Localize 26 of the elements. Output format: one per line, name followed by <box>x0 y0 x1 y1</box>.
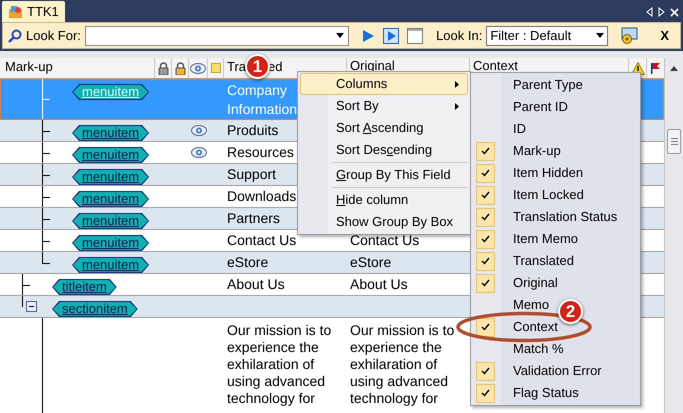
markup-tag: menuitem <box>72 213 150 229</box>
translated-text: Company Information <box>227 81 298 119</box>
translated-text: Partners <box>227 210 280 227</box>
translated-text: Contact Us <box>227 232 296 249</box>
original-text: eStore <box>350 254 392 271</box>
translated-text: Produits <box>227 122 278 139</box>
translated-text: Our mission is to experience the exhilaration of using advanced technology for <box>227 321 332 407</box>
markup-tag: menuitem <box>72 147 150 163</box>
markup-tag: menuitem <box>72 169 150 185</box>
markup-tag: menuitem <box>72 235 150 251</box>
translated-text: Resources <box>227 144 294 161</box>
translated-text: About Us <box>227 276 285 293</box>
translated-text: Support <box>227 166 276 183</box>
original-text: Contact Us <box>350 232 420 249</box>
markup-tag: menuitem <box>72 125 150 141</box>
original-text: Our mission is to experience the exhilaration of using advanced technology for <box>350 321 456 407</box>
markup-tag: menuitem <box>72 84 150 100</box>
markup-tag: sectionitem <box>52 301 138 317</box>
translated-text: Downloads <box>227 188 296 205</box>
original-text: About Us <box>350 276 408 293</box>
markup-tag: menuitem <box>72 257 150 273</box>
markup-tag: titleitem <box>52 279 117 295</box>
look-in-label: Look In: <box>436 26 482 45</box>
translated-text: eStore <box>227 254 268 271</box>
markup-tag: menuitem <box>72 191 150 207</box>
look-for-label: Look For: <box>26 26 81 45</box>
